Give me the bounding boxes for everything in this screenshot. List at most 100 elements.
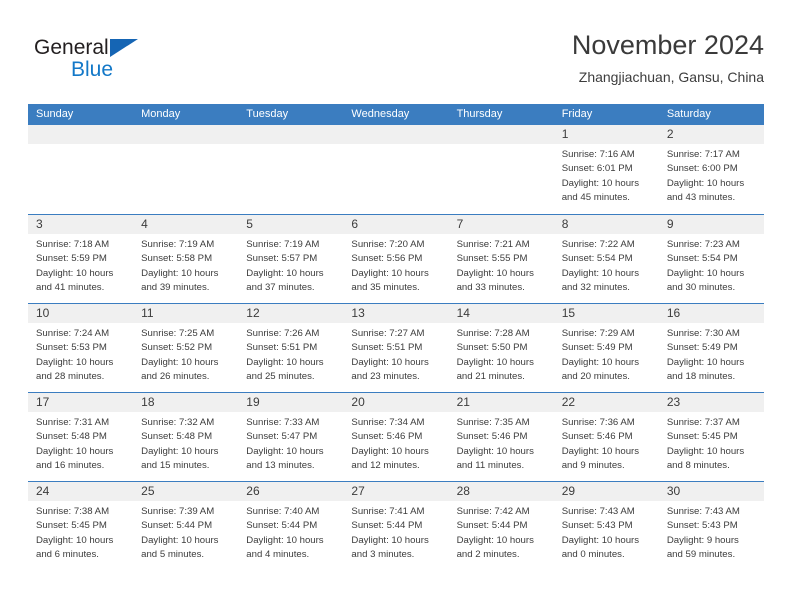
day-info: Sunrise: 7:23 AM Sunset: 5:54 PM Dayligh… (659, 234, 764, 296)
day-number: 24 (36, 484, 50, 498)
day-cell[interactable]: 17 Sunrise: 7:31 AM Sunset: 5:48 PM Dayl… (28, 393, 134, 481)
day-number: 21 (456, 395, 470, 409)
sunset-line: Sunset: 5:49 PM (666, 342, 738, 354)
day-info: Sunrise: 7:39 AM Sunset: 5:44 PM Dayligh… (133, 501, 238, 563)
day-number: 18 (141, 395, 155, 409)
weekday-header-wednesday: Wednesday (351, 108, 410, 120)
daylight-line-2: and 8 minutes. (666, 460, 730, 472)
daylight-line-1: Daylight: 10 hours (351, 445, 429, 457)
daylight-line-2: and 25 minutes. (246, 371, 315, 383)
sunset-line: Sunset: 5:44 PM (246, 520, 318, 532)
daylight-line-1: Daylight: 10 hours (246, 356, 324, 368)
sunset-line: Sunset: 5:48 PM (36, 431, 107, 443)
daylight-line-2: and 32 minutes. (561, 282, 630, 294)
day-cell[interactable]: 22 Sunrise: 7:36 AM Sunset: 5:46 PM Dayl… (553, 393, 659, 481)
sunset-line: Sunset: 6:01 PM (561, 163, 633, 175)
day-cell[interactable]: 8 Sunrise: 7:22 AM Sunset: 5:54 PM Dayli… (553, 215, 659, 303)
weekday-header-friday: Friday (561, 108, 593, 120)
day-cell[interactable]: 30 Sunrise: 7:43 AM Sunset: 5:43 PM Dayl… (658, 482, 764, 570)
day-number: 6 (351, 217, 359, 231)
sunset-line: Sunset: 6:00 PM (666, 163, 738, 175)
day-cell[interactable]: 11 Sunrise: 7:25 AM Sunset: 5:52 PM Dayl… (133, 304, 239, 392)
day-info: Sunrise: 7:37 AM Sunset: 5:45 PM Dayligh… (659, 412, 764, 474)
day-cell[interactable]: 19 Sunrise: 7:33 AM Sunset: 5:47 PM Dayl… (238, 393, 344, 481)
day-number-bar: 20 (343, 393, 449, 412)
daylight-line-1: Daylight: 10 hours (666, 356, 745, 368)
day-number: 16 (666, 306, 681, 320)
day-number: 19 (246, 395, 260, 409)
day-info: Sunrise: 7:19 AM Sunset: 5:57 PM Dayligh… (238, 234, 343, 296)
day-info: Sunrise: 7:24 AM Sunset: 5:53 PM Dayligh… (28, 323, 133, 385)
sunset-line: Sunset: 5:51 PM (351, 342, 423, 354)
daylight-line-2: and 9 minutes. (561, 460, 625, 472)
sunrise-line: Sunrise: 7:39 AM (141, 506, 215, 517)
sunset-line: Sunset: 5:44 PM (141, 520, 213, 532)
day-cell[interactable]: 24 Sunrise: 7:38 AM Sunset: 5:45 PM Dayl… (28, 482, 134, 570)
day-cell[interactable]: 18 Sunrise: 7:32 AM Sunset: 5:48 PM Dayl… (133, 393, 239, 481)
day-number-bar: 17 (28, 393, 134, 412)
day-cell[interactable]: 27 Sunrise: 7:41 AM Sunset: 5:44 PM Dayl… (343, 482, 449, 570)
day-info: Sunrise: 7:36 AM Sunset: 5:46 PM Dayligh… (554, 412, 659, 474)
sunset-line: Sunset: 5:57 PM (246, 253, 318, 265)
day-cell[interactable]: 1 Sunrise: 7:16 AM Sunset: 6:01 PM Dayli… (553, 125, 659, 214)
day-cell[interactable]: 12 Sunrise: 7:26 AM Sunset: 5:51 PM Dayl… (238, 304, 344, 392)
day-info: Sunrise: 7:18 AM Sunset: 5:59 PM Dayligh… (28, 234, 133, 296)
day-cell[interactable] (133, 125, 239, 214)
day-cell[interactable]: 3 Sunrise: 7:18 AM Sunset: 5:59 PM Dayli… (28, 215, 134, 303)
general-blue-logo[interactable]: General Blue (34, 36, 214, 92)
day-cell[interactable]: 25 Sunrise: 7:39 AM Sunset: 5:44 PM Dayl… (133, 482, 239, 570)
day-cell[interactable]: 2 Sunrise: 7:17 AM Sunset: 6:00 PM Dayli… (658, 125, 764, 214)
day-number-bar: 3 (28, 215, 134, 234)
daylight-line-1: Daylight: 10 hours (141, 356, 219, 368)
day-cell[interactable] (343, 125, 449, 214)
day-info (133, 144, 238, 148)
day-info: Sunrise: 7:31 AM Sunset: 5:48 PM Dayligh… (28, 412, 133, 474)
day-cell[interactable]: 15 Sunrise: 7:29 AM Sunset: 5:49 PM Dayl… (553, 304, 659, 392)
day-cell[interactable]: 6 Sunrise: 7:20 AM Sunset: 5:56 PM Dayli… (343, 215, 449, 303)
day-cell[interactable]: 23 Sunrise: 7:37 AM Sunset: 5:45 PM Dayl… (658, 393, 764, 481)
day-number-bar: 2 (658, 125, 764, 144)
daylight-line-1: Daylight: 10 hours (666, 177, 745, 189)
day-cell[interactable]: 26 Sunrise: 7:40 AM Sunset: 5:44 PM Dayl… (238, 482, 344, 570)
day-cell[interactable]: 28 Sunrise: 7:42 AM Sunset: 5:44 PM Dayl… (448, 482, 554, 570)
day-info (449, 144, 554, 148)
day-cell[interactable]: 14 Sunrise: 7:28 AM Sunset: 5:50 PM Dayl… (448, 304, 554, 392)
daylight-line-2: and 16 minutes. (36, 460, 105, 472)
day-cell[interactable]: 9 Sunrise: 7:23 AM Sunset: 5:54 PM Dayli… (658, 215, 764, 303)
day-number-bar: 1 (553, 125, 659, 144)
sunset-line: Sunset: 5:45 PM (36, 520, 107, 532)
logo-text-blue: Blue (71, 58, 114, 81)
day-number-bar: 22 (553, 393, 659, 412)
day-cell[interactable]: 10 Sunrise: 7:24 AM Sunset: 5:53 PM Dayl… (28, 304, 134, 392)
day-cell[interactable] (448, 125, 554, 214)
sunrise-line: Sunrise: 7:22 AM (561, 239, 635, 250)
daylight-line-1: Daylight: 10 hours (246, 445, 324, 457)
day-number: 5 (246, 217, 253, 231)
day-number-bar: 5 (238, 215, 344, 234)
daylight-line-2: and 3 minutes. (351, 549, 415, 561)
day-number-bar: 24 (28, 482, 134, 501)
day-number-bar: 12 (238, 304, 344, 323)
day-cell[interactable]: 16 Sunrise: 7:30 AM Sunset: 5:49 PM Dayl… (658, 304, 764, 392)
day-number: 1 (561, 127, 569, 141)
day-cell[interactable]: 5 Sunrise: 7:19 AM Sunset: 5:57 PM Dayli… (238, 215, 344, 303)
day-cell[interactable]: 20 Sunrise: 7:34 AM Sunset: 5:46 PM Dayl… (343, 393, 449, 481)
day-cell[interactable]: 7 Sunrise: 7:21 AM Sunset: 5:55 PM Dayli… (448, 215, 554, 303)
day-number: 13 (351, 306, 365, 320)
day-number-bar: 28 (448, 482, 554, 501)
sunrise-line: Sunrise: 7:37 AM (666, 417, 740, 428)
day-cell[interactable]: 13 Sunrise: 7:27 AM Sunset: 5:51 PM Dayl… (343, 304, 449, 392)
day-cell[interactable]: 21 Sunrise: 7:35 AM Sunset: 5:46 PM Dayl… (448, 393, 554, 481)
day-cell[interactable] (238, 125, 344, 214)
sunset-line: Sunset: 5:55 PM (456, 253, 528, 265)
day-cell[interactable]: 29 Sunrise: 7:43 AM Sunset: 5:43 PM Dayl… (553, 482, 659, 570)
day-cell[interactable]: 4 Sunrise: 7:19 AM Sunset: 5:58 PM Dayli… (133, 215, 239, 303)
day-number-bar (448, 125, 554, 144)
day-number-bar (133, 125, 239, 144)
day-cell[interactable] (28, 125, 134, 214)
day-info: Sunrise: 7:32 AM Sunset: 5:48 PM Dayligh… (133, 412, 238, 474)
sunset-line: Sunset: 5:56 PM (351, 253, 423, 265)
daylight-line-1: Daylight: 10 hours (561, 534, 640, 546)
daylight-line-2: and 0 minutes. (561, 549, 625, 561)
calendar-grid: Sunday Monday Tuesday Wednesday Thursday… (28, 104, 764, 570)
